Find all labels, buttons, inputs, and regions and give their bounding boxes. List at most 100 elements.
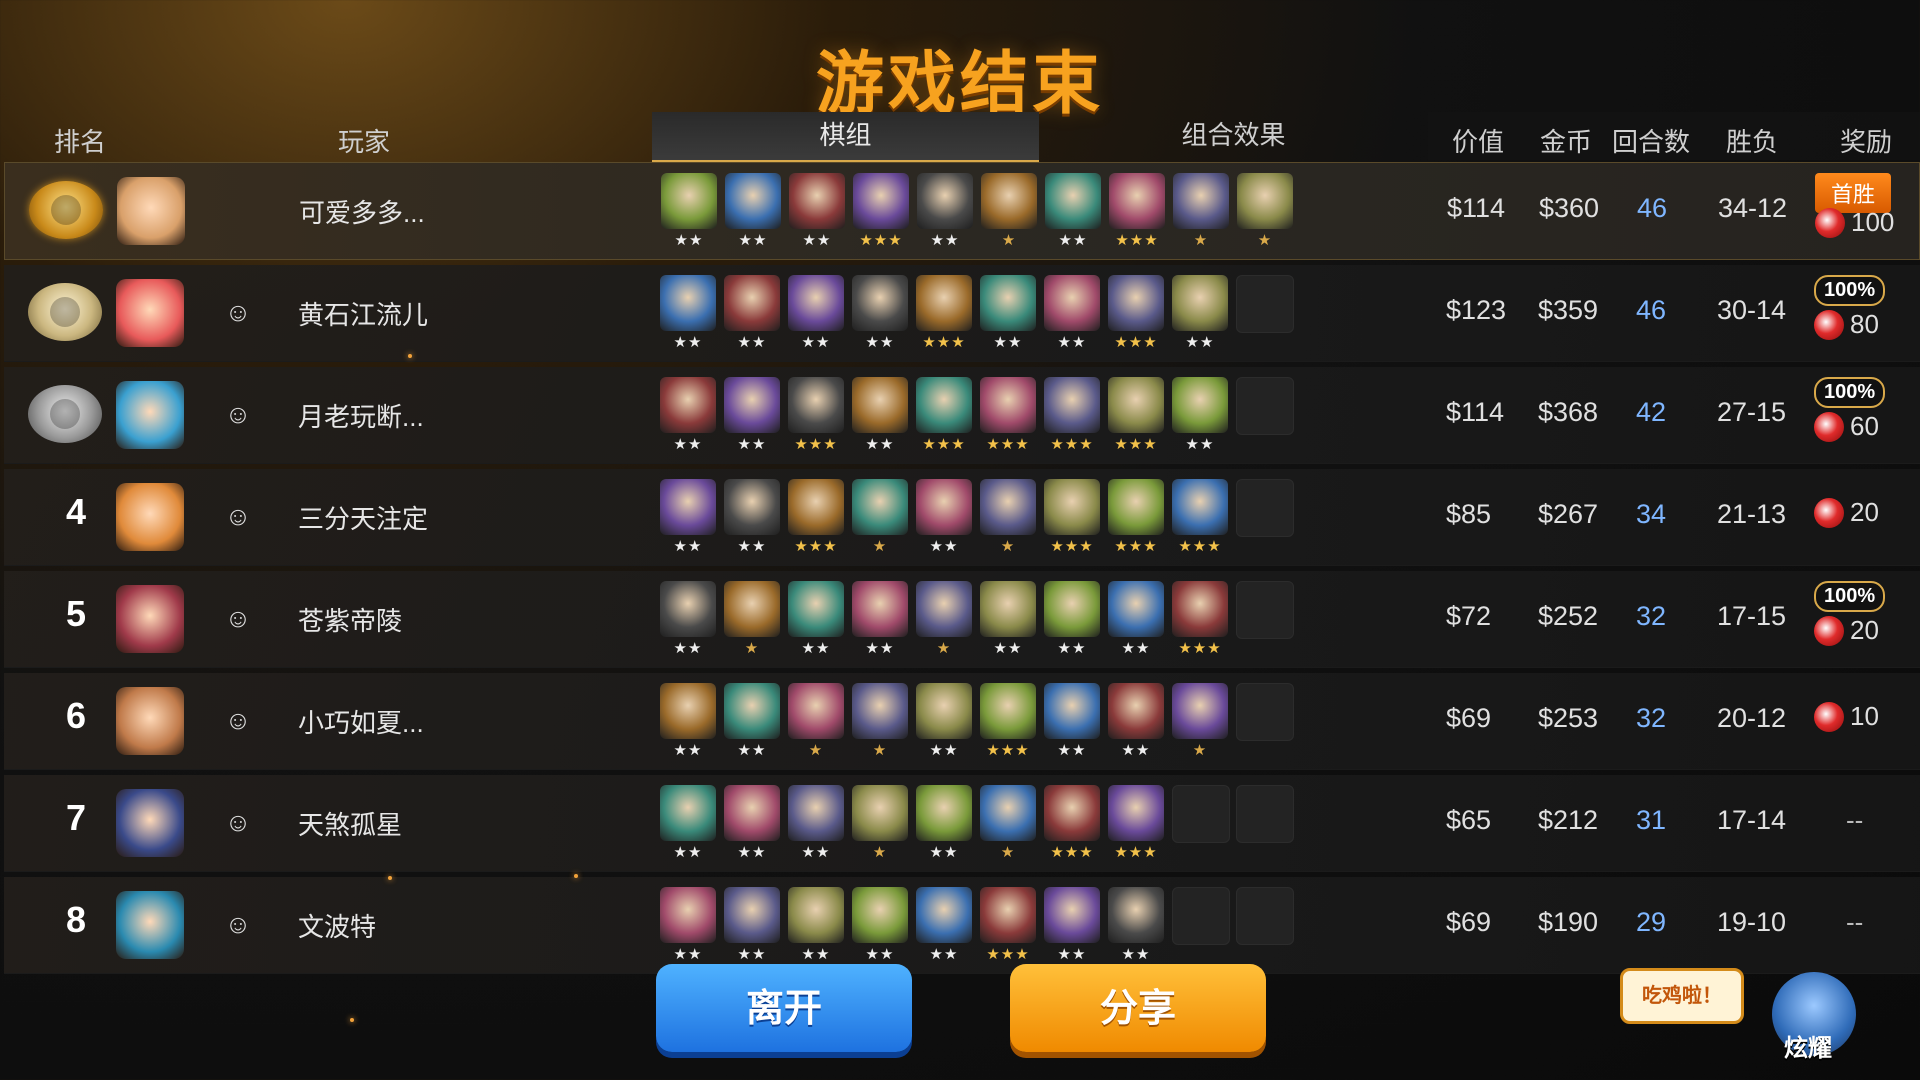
player-avatar[interactable] [116, 483, 184, 551]
unit-portrait[interactable]: ★★ [1172, 275, 1228, 359]
unit-portrait[interactable]: ★★★ [1109, 173, 1165, 257]
unit-portrait[interactable]: ★★★ [1108, 785, 1164, 869]
unit-portrait[interactable]: ★★ [660, 785, 716, 869]
unit-portrait[interactable]: ★★ [980, 275, 1036, 359]
unit-portrait[interactable]: ★★ [660, 377, 716, 461]
unit-portrait[interactable]: ★★ [724, 887, 780, 971]
player-avatar[interactable] [116, 381, 184, 449]
unit-portrait[interactable]: ★ [916, 581, 972, 665]
add-friend-icon[interactable]: ☺ [223, 807, 253, 837]
add-friend-icon[interactable]: ☺ [223, 399, 253, 429]
unit-portrait[interactable]: ★★ [916, 683, 972, 767]
unit-portrait[interactable]: ★★ [660, 887, 716, 971]
unit-portrait[interactable]: ★★ [724, 683, 780, 767]
player-name[interactable]: 月老玩断... [298, 397, 424, 434]
unit-portrait[interactable]: ★★ [852, 581, 908, 665]
player-name[interactable]: 可爱多多... [299, 193, 425, 230]
table-row[interactable]: 4 ☺ 三分天注定 ★★ ★★ ★★★ ★ ★★ ★ ★★★ ★★★ ★★★ $85 $267 34 21-1… [4, 469, 1920, 566]
unit-portrait[interactable]: ★★★ [1108, 275, 1164, 359]
unit-portrait[interactable]: ★★★ [788, 479, 844, 563]
table-row[interactable]: 8 ☺ 文波特 ★★ ★★ ★★ ★★ ★★ ★★★ ★★ ★★ $69 $190 29 19-10 -- [4, 877, 1920, 974]
leave-button[interactable]: 离开 [656, 964, 912, 1052]
unit-portrait[interactable]: ★ [1173, 173, 1229, 257]
unit-portrait[interactable]: ★★★ [916, 275, 972, 359]
unit-portrait[interactable]: ★★ [725, 173, 781, 257]
unit-portrait[interactable]: ★★ [852, 887, 908, 971]
unit-portrait[interactable]: ★★ [1108, 887, 1164, 971]
unit-portrait[interactable]: ★★★ [1172, 479, 1228, 563]
unit-portrait[interactable]: ★★ [852, 275, 908, 359]
tab-lineup[interactable]: 棋组 [652, 112, 1039, 163]
unit-portrait[interactable]: ★★ [724, 479, 780, 563]
unit-portrait[interactable]: ★★ [661, 173, 717, 257]
player-avatar[interactable] [116, 789, 184, 857]
unit-portrait[interactable]: ★★ [916, 887, 972, 971]
unit-portrait[interactable]: ★★ [788, 275, 844, 359]
add-friend-icon[interactable]: ☺ [223, 705, 253, 735]
table-row[interactable]: 6 ☺ 小巧如夏... ★★ ★★ ★ ★ ★★ ★★★ ★★ ★★ ★ $69 $253 32 20-12 1… [4, 673, 1920, 770]
unit-portrait[interactable]: ★★ [660, 479, 716, 563]
unit-portrait[interactable]: ★★★ [980, 887, 1036, 971]
unit-portrait[interactable]: ★ [852, 683, 908, 767]
unit-portrait[interactable]: ★★ [660, 581, 716, 665]
unit-portrait[interactable]: ★ [980, 785, 1036, 869]
unit-portrait[interactable]: ★★★ [980, 683, 1036, 767]
add-friend-icon[interactable]: ☺ [223, 603, 253, 633]
unit-portrait[interactable]: ★★ [660, 683, 716, 767]
table-row[interactable]: ☺ 月老玩断... ★★ ★★ ★★★ ★★ ★★★ ★★★ ★★★ ★★★ ★★ $114 $368 4… [4, 367, 1920, 464]
add-friend-icon[interactable]: ☺ [223, 297, 253, 327]
player-name[interactable]: 三分天注定 [298, 499, 428, 536]
unit-portrait[interactable]: ★★ [1044, 581, 1100, 665]
unit-portrait[interactable]: ★★ [660, 275, 716, 359]
unit-portrait[interactable]: ★★ [724, 377, 780, 461]
unit-portrait[interactable]: ★ [852, 479, 908, 563]
unit-portrait[interactable]: ★ [981, 173, 1037, 257]
tab-synergy[interactable]: 组合效果 [1040, 112, 1427, 160]
unit-portrait[interactable]: ★★ [1108, 581, 1164, 665]
player-name[interactable]: 小巧如夏... [298, 703, 424, 740]
player-avatar[interactable] [116, 687, 184, 755]
unit-portrait[interactable]: ★★★ [1044, 479, 1100, 563]
unit-portrait[interactable]: ★★ [788, 887, 844, 971]
unit-portrait[interactable]: ★★★ [916, 377, 972, 461]
unit-portrait[interactable]: ★★ [724, 785, 780, 869]
unit-portrait[interactable]: ★★ [917, 173, 973, 257]
unit-portrait[interactable]: ★★ [1044, 887, 1100, 971]
unit-portrait[interactable]: ★★ [1045, 173, 1101, 257]
unit-portrait[interactable]: ★★ [1108, 683, 1164, 767]
unit-portrait[interactable]: ★ [1237, 173, 1293, 257]
unit-portrait[interactable]: ★★ [789, 173, 845, 257]
table-row[interactable]: 7 ☺ 天煞孤星 ★★ ★★ ★★ ★ ★★ ★ ★★★ ★★★ $65 $212 31 17-14 -- [4, 775, 1920, 872]
unit-portrait[interactable]: ★★★ [1044, 785, 1100, 869]
unit-portrait[interactable]: ★★★ [1108, 479, 1164, 563]
unit-portrait[interactable]: ★★ [788, 785, 844, 869]
unit-portrait[interactable]: ★ [980, 479, 1036, 563]
unit-portrait[interactable]: ★★★ [980, 377, 1036, 461]
player-name[interactable]: 文波特 [298, 907, 376, 944]
show-off-label[interactable]: 炫耀 [1784, 1028, 1832, 1063]
unit-portrait[interactable]: ★ [724, 581, 780, 665]
unit-portrait[interactable]: ★★★ [853, 173, 909, 257]
player-name[interactable]: 天煞孤星 [298, 805, 402, 842]
unit-portrait[interactable]: ★ [788, 683, 844, 767]
table-row[interactable]: 可爱多多... ★★ ★★ ★★ ★★★ ★★ ★ ★★ ★★★ ★ ★ $114 $360 46 34-1… [4, 162, 1920, 260]
unit-portrait[interactable]: ★ [1172, 683, 1228, 767]
unit-portrait[interactable]: ★★★ [1044, 377, 1100, 461]
player-avatar[interactable] [116, 279, 184, 347]
unit-portrait[interactable]: ★★ [1172, 377, 1228, 461]
player-avatar[interactable] [116, 585, 184, 653]
table-row[interactable]: ☺ 黄石江流儿 ★★ ★★ ★★ ★★ ★★★ ★★ ★★ ★★★ ★★ $123 $359 46 30-1… [4, 265, 1920, 362]
unit-portrait[interactable]: ★ [852, 785, 908, 869]
player-name[interactable]: 苍紫帝陵 [298, 601, 402, 638]
player-avatar[interactable] [116, 891, 184, 959]
unit-portrait[interactable]: ★★ [916, 785, 972, 869]
unit-portrait[interactable]: ★★★ [1108, 377, 1164, 461]
unit-portrait[interactable]: ★★ [916, 479, 972, 563]
player-name[interactable]: 黄石江流儿 [298, 295, 428, 332]
unit-portrait[interactable]: ★★ [724, 275, 780, 359]
add-friend-icon[interactable]: ☺ [223, 909, 253, 939]
unit-portrait[interactable]: ★★ [852, 377, 908, 461]
unit-portrait[interactable]: ★★ [788, 581, 844, 665]
unit-portrait[interactable]: ★★ [1044, 683, 1100, 767]
unit-portrait[interactable]: ★★ [1044, 275, 1100, 359]
